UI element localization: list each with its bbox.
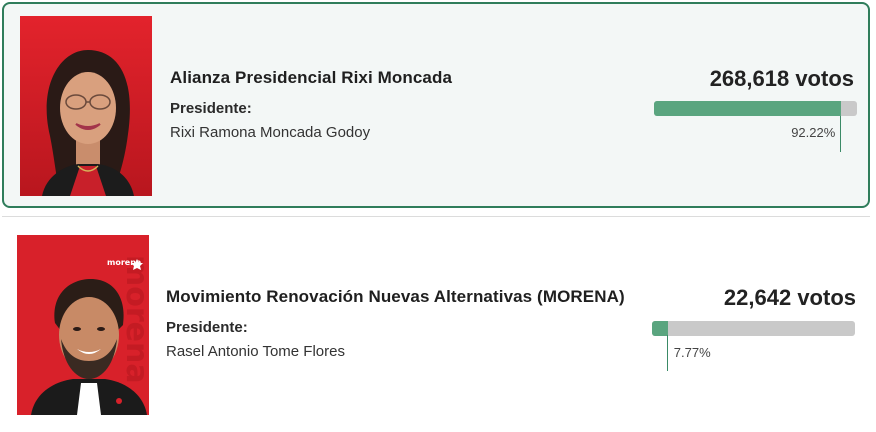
percent-label: 92.22% xyxy=(791,125,836,140)
candidate-info: Movimiento Renovación Nuevas Alternativa… xyxy=(166,287,625,360)
vote-progress-bar xyxy=(654,101,857,116)
candidate-info: Alianza Presidencial Rixi Moncada Presid… xyxy=(170,68,452,141)
party-name: Alianza Presidencial Rixi Moncada xyxy=(170,68,453,87)
candidate-card-leading[interactable]: Alianza Presidencial Rixi Moncada Presid… xyxy=(2,2,870,208)
candidate-name: Rasel Antonio Tome Flores xyxy=(166,343,345,360)
vote-progress-fill xyxy=(654,101,842,116)
percent-label: 7.77% xyxy=(673,345,711,360)
party-name: Movimiento Renovación Nuevas Alternativa… xyxy=(166,287,625,306)
role-label: Presidente: xyxy=(170,100,252,117)
vote-count: 22,642 votos xyxy=(723,285,856,310)
vote-count: 268,618 votos xyxy=(709,66,854,91)
candidate-card[interactable]: morena morena Movimiento Renovación Nuev… xyxy=(2,216,870,432)
candidate-photo: morena morena xyxy=(17,235,149,415)
vote-progress-bar xyxy=(652,321,855,336)
percent-marker xyxy=(840,116,842,152)
candidate-name: Rixi Ramona Moncada Godoy xyxy=(170,124,371,141)
percent-marker xyxy=(666,335,668,371)
vote-progress-fill xyxy=(652,321,668,336)
role-label: Presidente: xyxy=(166,319,248,336)
candidate-photo xyxy=(20,16,152,196)
